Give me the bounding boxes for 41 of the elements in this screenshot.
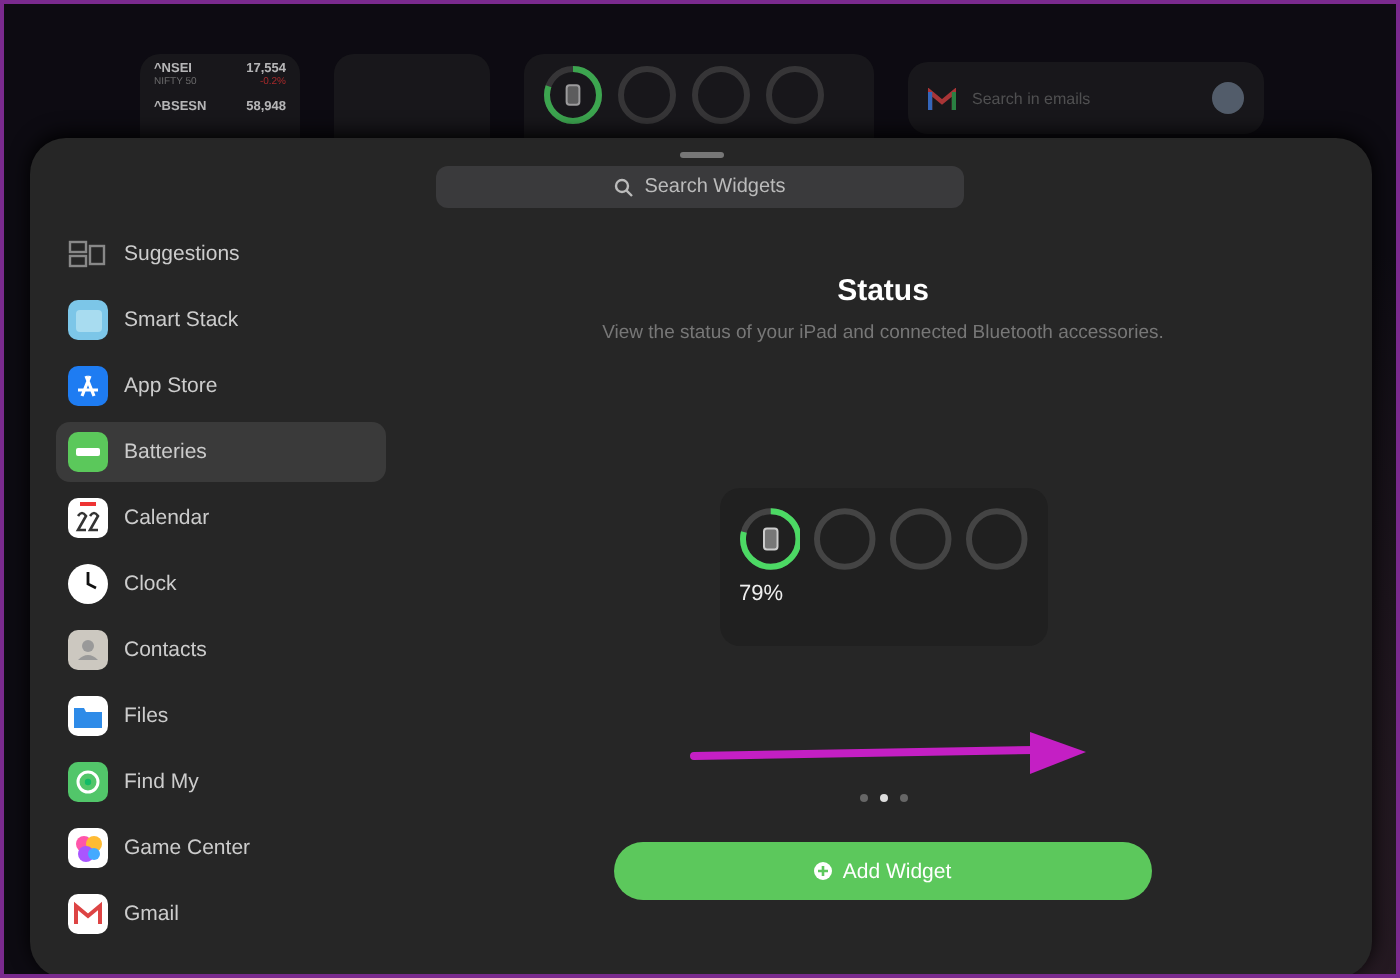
- battery-ring: [544, 66, 602, 124]
- empty-battery-ring: [692, 66, 750, 124]
- app-store-icon: [68, 366, 108, 406]
- drag-handle[interactable]: [679, 152, 723, 158]
- mail-icon: [68, 894, 108, 934]
- sidebar-item[interactable]: App Store: [56, 356, 386, 416]
- clock-icon: [68, 564, 108, 604]
- avatar: [1212, 82, 1244, 114]
- empty-battery-ring: [814, 508, 876, 570]
- empty-battery-ring: [965, 508, 1027, 570]
- sidebar-item[interactable]: Smart Stack: [56, 290, 386, 350]
- stack-icon: [68, 300, 108, 340]
- search-icon: [614, 177, 635, 197]
- sidebar-item[interactable]: Suggestions: [56, 224, 386, 284]
- sidebar-item[interactable]: Batteries: [56, 422, 386, 482]
- empty-battery-ring: [890, 508, 952, 570]
- battery-icon: [68, 432, 108, 472]
- mail-icon: [928, 87, 956, 109]
- sidebar-item[interactable]: Clock: [56, 554, 386, 614]
- widget-description: View the status of your iPad and connected Bluetooth accessories.: [602, 322, 1164, 344]
- folder-icon: [68, 696, 108, 736]
- sidebar-item[interactable]: Game Center: [56, 818, 386, 878]
- battery-ring: [739, 508, 801, 570]
- sidebar-item[interactable]: Gmail: [56, 884, 386, 944]
- calendar-icon: [68, 498, 108, 538]
- widget-title: Status: [837, 274, 929, 308]
- battery-percentage: 79%: [739, 582, 784, 606]
- page-dot[interactable]: [899, 794, 907, 802]
- sidebar-item[interactable]: Find My: [56, 752, 386, 812]
- search-field[interactable]: Search Widgets: [436, 166, 964, 208]
- bubbles-icon: [68, 828, 108, 868]
- sidebar-item[interactable]: Calendar: [56, 488, 386, 548]
- empty-battery-ring: [618, 66, 676, 124]
- empty-battery-ring: [766, 66, 824, 124]
- page-dot[interactable]: [859, 794, 867, 802]
- sidebar-item[interactable]: Contacts: [56, 620, 386, 680]
- plus-icon: [814, 862, 833, 880]
- contact-card-icon: [68, 630, 108, 670]
- locator-icon: [68, 762, 108, 802]
- page-dot[interactable]: [879, 794, 887, 802]
- sidebar-item[interactable]: Files: [56, 686, 386, 746]
